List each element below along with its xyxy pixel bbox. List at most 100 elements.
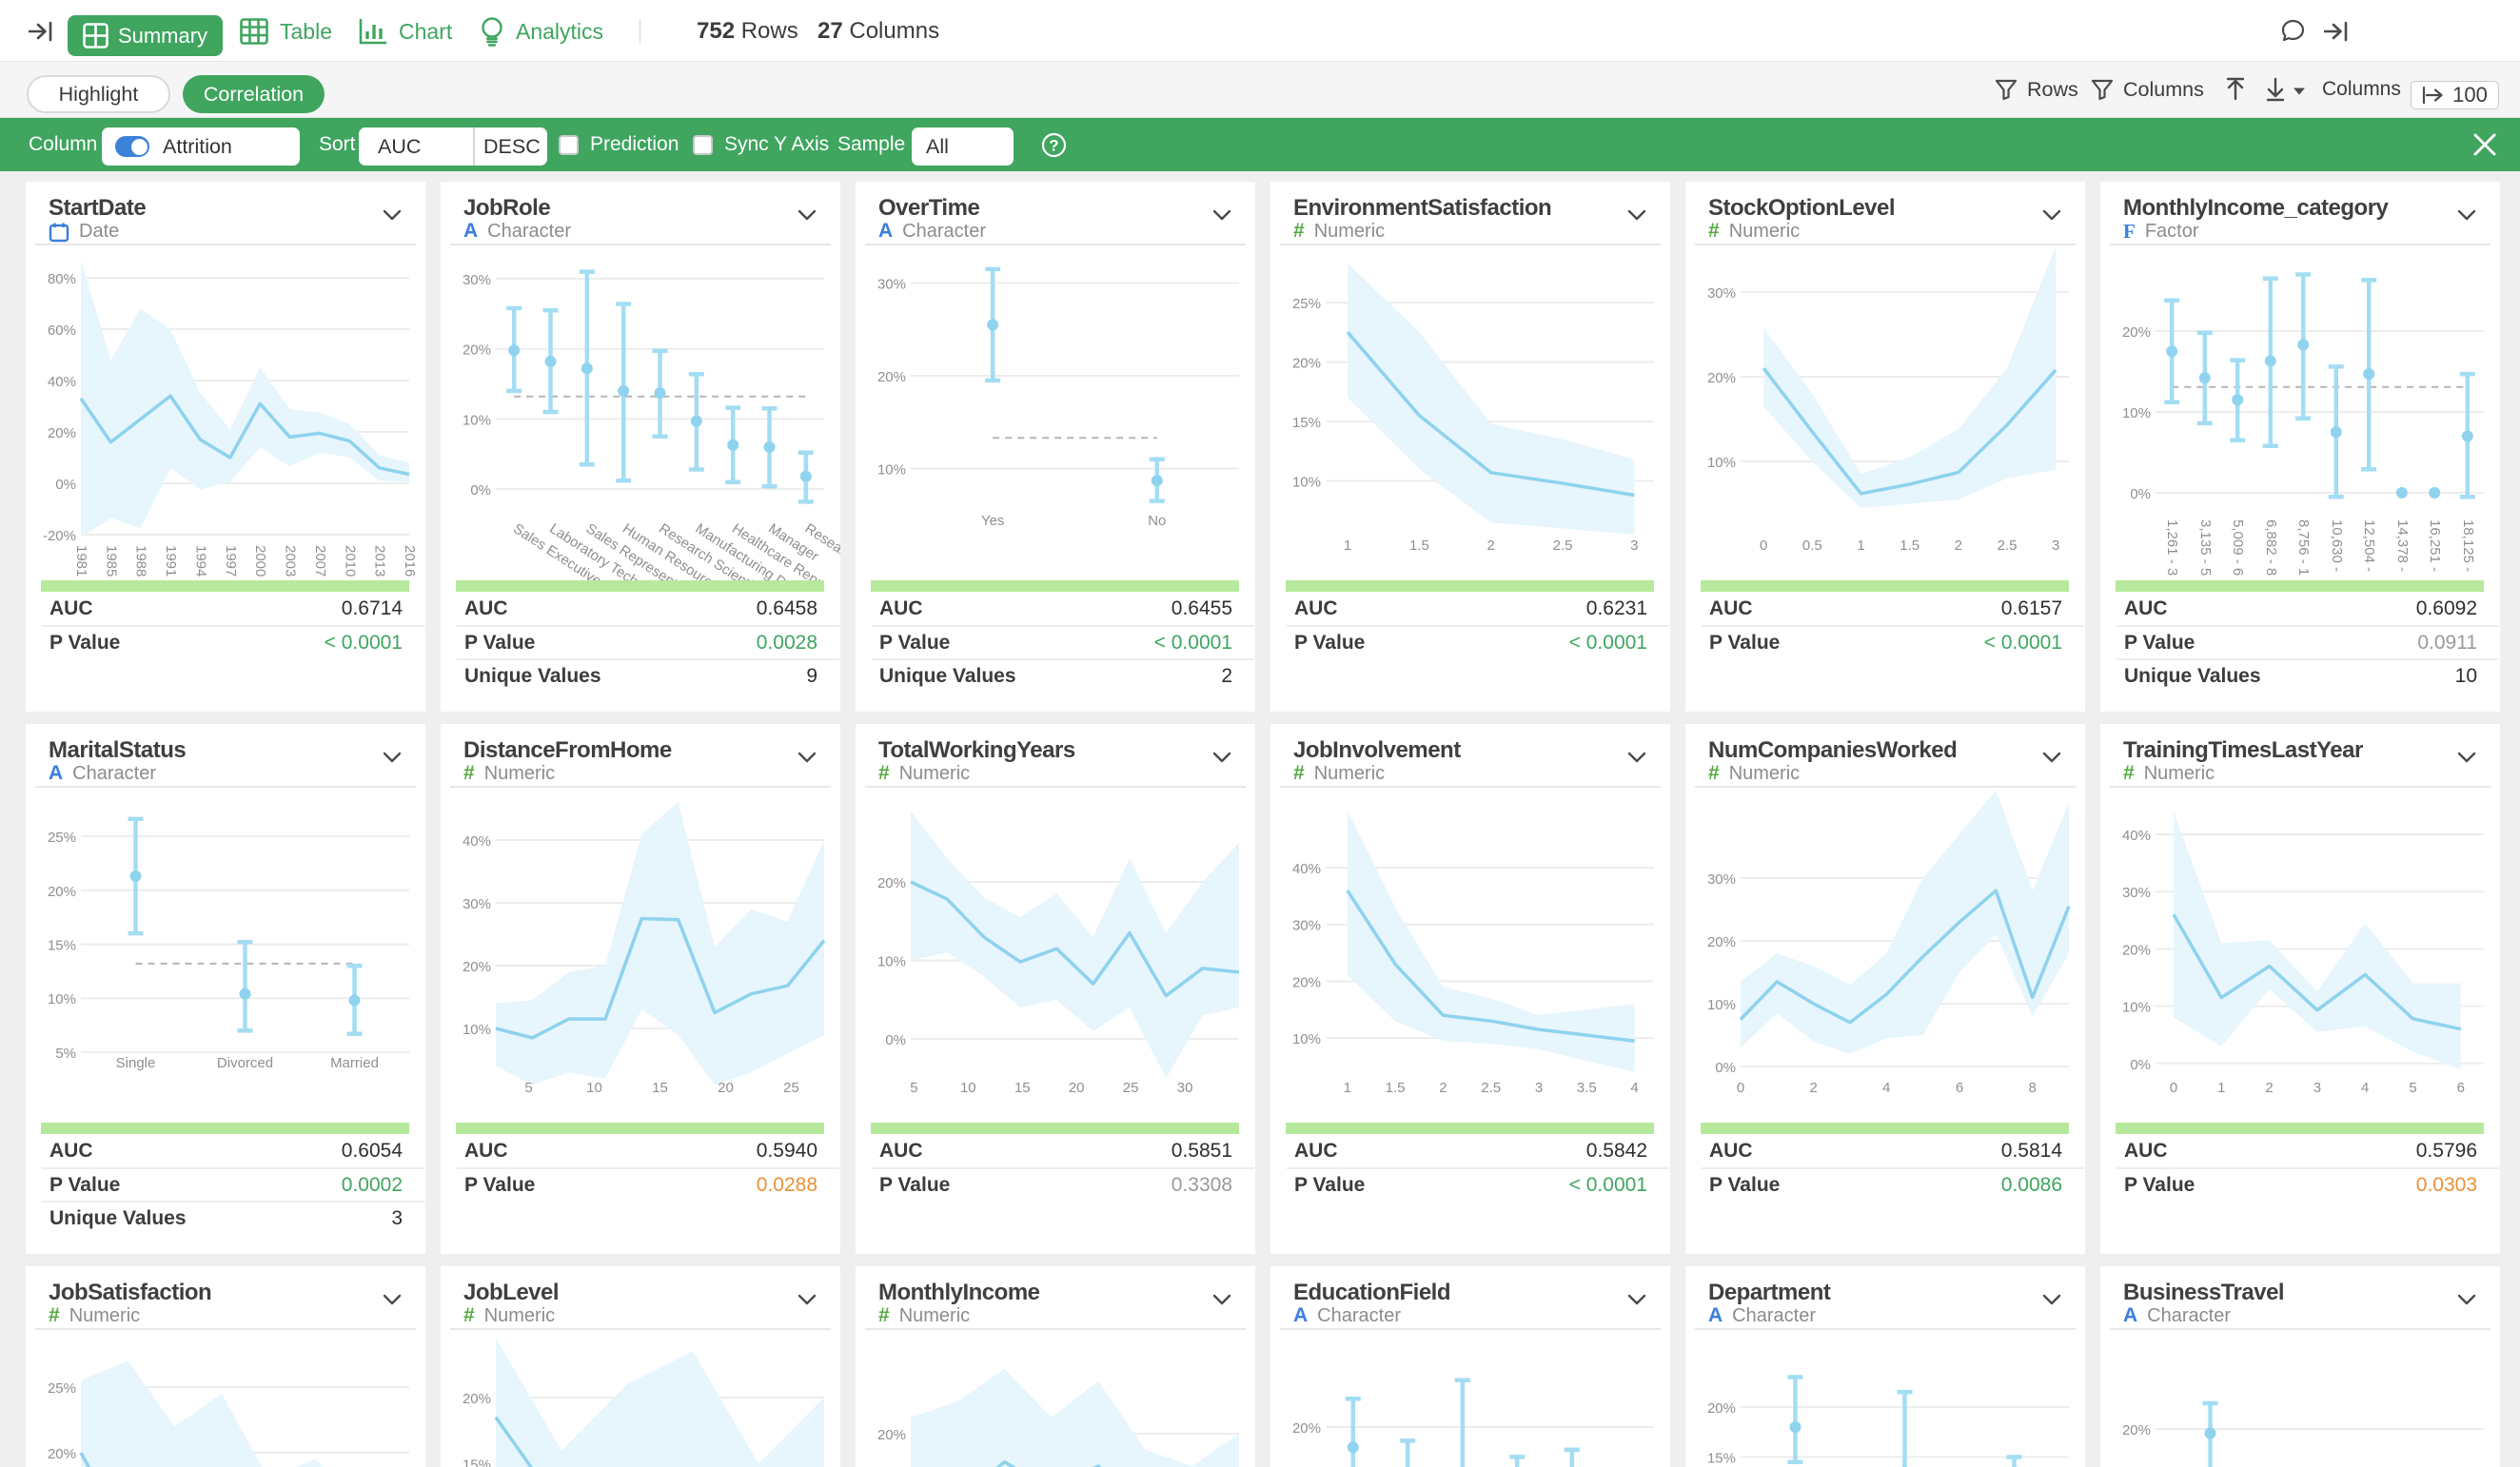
svg-text:20%: 20% xyxy=(877,1427,906,1443)
svg-text:15: 15 xyxy=(652,1080,668,1096)
svg-text:0: 0 xyxy=(1760,538,1767,554)
svg-text:3: 3 xyxy=(1535,1080,1543,1096)
svg-text:0%: 0% xyxy=(885,1032,906,1048)
svg-text:2007: 2007 xyxy=(312,545,328,577)
svg-text:10,630 -: 10,630 - xyxy=(2329,519,2345,572)
svg-text:16,251 -: 16,251 - xyxy=(2427,519,2443,572)
svg-text:2013: 2013 xyxy=(372,545,388,577)
svg-text:5: 5 xyxy=(910,1080,917,1096)
svg-text:20%: 20% xyxy=(1292,1420,1321,1437)
svg-text:10%: 10% xyxy=(1292,1031,1321,1047)
svg-text:25%: 25% xyxy=(48,830,76,846)
svg-text:30%: 30% xyxy=(1707,871,1736,888)
svg-text:40%: 40% xyxy=(48,374,76,390)
svg-text:25%: 25% xyxy=(1292,296,1321,312)
svg-text:60%: 60% xyxy=(48,323,76,339)
svg-text:20%: 20% xyxy=(1707,1400,1736,1417)
svg-text:Single: Single xyxy=(116,1055,156,1071)
svg-text:10%: 10% xyxy=(1292,475,1321,491)
svg-text:30%: 30% xyxy=(1707,285,1736,302)
svg-text:Married: Married xyxy=(330,1055,379,1071)
svg-text:30%: 30% xyxy=(877,277,906,293)
svg-text:20%: 20% xyxy=(2122,942,2151,958)
svg-text:0%: 0% xyxy=(2130,1057,2151,1073)
svg-text:25%: 25% xyxy=(48,1380,76,1397)
svg-text:2010: 2010 xyxy=(342,545,358,577)
svg-text:3: 3 xyxy=(2052,538,2059,554)
svg-text:1988: 1988 xyxy=(133,545,149,577)
svg-text:2: 2 xyxy=(1487,538,1495,554)
svg-text:4: 4 xyxy=(1630,1080,1638,1096)
svg-text:20%: 20% xyxy=(2122,324,2151,341)
svg-text:8,756 - 1: 8,756 - 1 xyxy=(2295,519,2312,576)
svg-text:1: 1 xyxy=(2217,1080,2225,1096)
svg-text:6: 6 xyxy=(2457,1080,2465,1096)
svg-text:14,378 -: 14,378 - xyxy=(2394,519,2411,572)
svg-text:20%: 20% xyxy=(877,369,906,385)
svg-text:15: 15 xyxy=(1014,1080,1031,1096)
svg-text:10%: 10% xyxy=(2122,405,2151,421)
svg-text:20%: 20% xyxy=(877,875,906,891)
svg-text:1981: 1981 xyxy=(73,545,89,577)
svg-text:4: 4 xyxy=(2361,1080,2369,1096)
svg-text:1: 1 xyxy=(1344,538,1351,554)
svg-text:2016: 2016 xyxy=(402,545,418,577)
svg-text:5: 5 xyxy=(2409,1080,2416,1096)
svg-text:10%: 10% xyxy=(877,954,906,970)
svg-text:?: ? xyxy=(1049,137,1058,155)
svg-text:10%: 10% xyxy=(1707,997,1736,1013)
svg-text:20%: 20% xyxy=(1707,370,1736,386)
svg-text:1994: 1994 xyxy=(193,545,209,577)
svg-text:20: 20 xyxy=(718,1080,734,1096)
svg-text:10%: 10% xyxy=(463,1022,491,1038)
svg-text:1: 1 xyxy=(1857,538,1864,554)
svg-text:2: 2 xyxy=(1955,538,1962,554)
svg-text:0.5: 0.5 xyxy=(1802,538,1822,554)
svg-text:Divorced: Divorced xyxy=(217,1055,273,1071)
svg-text:30%: 30% xyxy=(1292,918,1321,934)
svg-text:3,135 - 5: 3,135 - 5 xyxy=(2197,519,2214,576)
svg-text:20%: 20% xyxy=(48,884,76,900)
svg-text:0: 0 xyxy=(1737,1080,1744,1096)
svg-text:2000: 2000 xyxy=(252,545,268,577)
svg-text:20%: 20% xyxy=(1292,356,1321,372)
svg-text:2.5: 2.5 xyxy=(1481,1080,1501,1096)
svg-text:20%: 20% xyxy=(463,1391,491,1407)
svg-text:1985: 1985 xyxy=(103,545,119,577)
svg-text:5: 5 xyxy=(524,1080,532,1096)
svg-text:6,882 - 8: 6,882 - 8 xyxy=(2263,519,2279,576)
svg-text:0: 0 xyxy=(2170,1080,2177,1096)
svg-text:20%: 20% xyxy=(48,425,76,441)
svg-text:5%: 5% xyxy=(55,1046,76,1062)
svg-text:No: No xyxy=(1148,513,1166,529)
svg-text:1.5: 1.5 xyxy=(1409,538,1429,554)
svg-text:2003: 2003 xyxy=(283,545,299,577)
svg-text:2: 2 xyxy=(2265,1080,2273,1096)
svg-text:-20%: -20% xyxy=(43,528,76,544)
svg-text:20%: 20% xyxy=(463,959,491,975)
svg-text:2.5: 2.5 xyxy=(1553,538,1573,554)
svg-text:10%: 10% xyxy=(877,462,906,479)
svg-text:18,125 -: 18,125 - xyxy=(2460,519,2476,572)
svg-text:8: 8 xyxy=(2029,1080,2037,1096)
svg-text:10%: 10% xyxy=(2122,1000,2151,1016)
svg-text:12,504 -: 12,504 - xyxy=(2361,519,2377,572)
svg-text:10: 10 xyxy=(960,1080,976,1096)
svg-text:2.5: 2.5 xyxy=(1998,538,2018,554)
svg-text:15%: 15% xyxy=(48,938,76,954)
svg-text:20%: 20% xyxy=(2122,1422,2151,1438)
svg-text:4: 4 xyxy=(1882,1080,1890,1096)
svg-text:30: 30 xyxy=(1177,1080,1193,1096)
svg-text:3.5: 3.5 xyxy=(1577,1080,1597,1096)
svg-text:25: 25 xyxy=(783,1080,799,1096)
svg-text:1.5: 1.5 xyxy=(1900,538,1920,554)
svg-text:20%: 20% xyxy=(1292,974,1321,990)
svg-text:2: 2 xyxy=(1810,1080,1818,1096)
svg-text:0%: 0% xyxy=(55,477,76,493)
svg-text:10: 10 xyxy=(586,1080,602,1096)
svg-text:5,009 - 6: 5,009 - 6 xyxy=(2230,519,2246,576)
svg-text:10%: 10% xyxy=(463,412,491,428)
svg-text:0%: 0% xyxy=(2130,486,2151,502)
svg-text:1997: 1997 xyxy=(223,545,239,577)
svg-text:15%: 15% xyxy=(1707,1451,1736,1467)
